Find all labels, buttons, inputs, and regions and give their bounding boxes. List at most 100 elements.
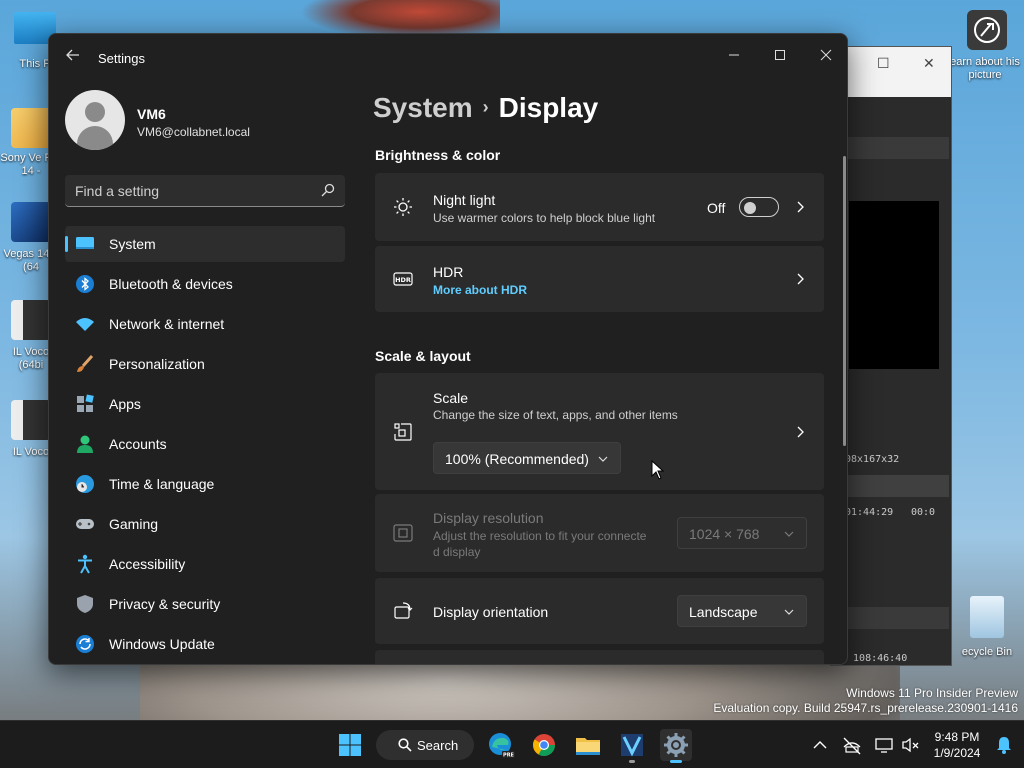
mouse-cursor-icon [651,460,665,480]
content-scrollbar[interactable] [843,156,846,446]
settings-titlebar: Settings [49,34,847,82]
scale-card[interactable]: Scale Change the size of text, apps, and… [375,373,824,490]
scale-dropdown[interactable]: 100% (Recommended) [433,442,621,474]
close-icon[interactable]: ✕ [923,55,935,72]
window-title: Settings [98,51,145,66]
sidebar-item-label: Personalization [109,356,205,372]
il-vocoder-app-icon [11,400,51,440]
breadcrumb-separator: › [482,97,489,117]
sidebar-item-personalization[interactable]: Personalization [65,346,345,382]
search-icon[interactable] [321,183,335,197]
sun-icon [394,198,412,216]
find-setting-search[interactable] [65,175,345,207]
clock-time: 9:48 PM [934,730,980,744]
sidebar-item-label: Privacy & security [109,596,221,612]
brush-icon [77,354,94,372]
system-icon [76,237,94,249]
sidebar-item-label: Accessibility [109,556,186,572]
search-input[interactable] [75,181,305,201]
folder-icon [11,108,51,148]
taskbar-file-explorer[interactable] [572,729,604,761]
sidebar-item-label: Apps [109,396,141,412]
chevron-right-icon [797,201,804,213]
orientation-icon [394,602,413,619]
gear-icon [664,733,688,757]
chevron-up-icon[interactable] [810,735,830,755]
timecode-text: 00:0 [911,507,936,518]
breadcrumb-parent[interactable]: System [373,92,473,123]
display-resolution-dropdown: 1024 × 768 [677,517,807,549]
hdr-title: HDR [433,264,464,280]
display-resolution-subtitle-cont: d display [433,545,481,559]
display-icon[interactable] [874,735,894,755]
start-button[interactable] [334,729,366,761]
maximize-button[interactable] [757,40,803,72]
network-disconnected-icon[interactable] [842,735,862,755]
avatar[interactable] [65,90,125,150]
background-app-window[interactable]: ☐ ✕ 08x167x32 01:44:29 00:0 : 108:46:40 [830,46,952,666]
sidebar-item-label: Gaming [109,516,159,532]
svg-text:PRE: PRE [503,753,515,759]
desktop-icon-learn-about-picture[interactable]: earn about his picture [950,10,1024,82]
close-button[interactable] [803,40,847,72]
sidebar-item-privacy-security[interactable]: Privacy & security [65,586,345,622]
sidebar-item-apps[interactable]: Apps [65,386,345,422]
avatar-body [77,126,113,150]
taskbar-search[interactable]: Search [376,730,474,760]
display-resolution-card: Display resolution Adjust the resolution… [375,494,824,572]
scale-subtitle: Change the size of text, apps, and other… [433,408,678,422]
il-vocoder-app-icon [11,300,51,340]
breadcrumb: System › Display [373,92,598,124]
night-light-state: Off [707,200,726,216]
display-orientation-card[interactable]: Display orientation Landscape [375,578,824,644]
chevron-down-icon [598,456,608,462]
sidebar-item-accessibility[interactable]: Accessibility [65,546,345,582]
sidebar-item-label: Bluetooth & devices [109,276,233,292]
taskbar-settings[interactable] [660,729,692,763]
sidebar-item-network-internet[interactable]: Network & internet [65,306,345,342]
taskbar-chrome[interactable] [528,729,560,761]
sidebar-item-time-language[interactable]: Time & language [65,466,345,502]
sidebar-item-bluetooth-devices[interactable]: Bluetooth & devices [65,266,345,302]
night-light-toggle[interactable] [739,197,779,217]
night-light-card[interactable]: Night light Use warmer colors to help bl… [375,173,824,241]
recycle-bin-icon [970,596,1004,638]
timecode-text: 01:44:29 [845,507,894,518]
display-orientation-dropdown[interactable]: Landscape [677,595,807,627]
notification-bell-icon[interactable] [994,735,1014,755]
maximize-icon[interactable]: ☐ [877,55,890,72]
taskbar-clock[interactable]: 9:48 PM 1/9/2024 [926,729,988,761]
apps-icon [77,394,94,412]
search-icon [398,738,412,752]
section-title-brightness: Brightness & color [375,147,501,163]
minimize-button[interactable] [711,40,757,72]
volume-muted-icon[interactable] [900,735,920,755]
next-card-partial[interactable] [375,650,824,664]
person-icon [77,435,93,453]
hdr-card[interactable]: HDR HDR More about HDR [375,246,824,312]
desktop-icon-label: ecycle Bin [961,646,1013,658]
active-indicator [670,760,682,763]
sidebar-item-gaming[interactable]: Gaming [65,506,345,542]
sidebar-item-accounts[interactable]: Accounts [65,426,345,462]
back-button[interactable] [63,48,83,68]
vegas-app-icon [621,734,643,757]
more-about-hdr-link[interactable]: More about HDR [433,283,527,297]
background-bottom-toolbar [843,607,949,629]
accessibility-icon [78,554,92,574]
windows-logo-icon [339,734,361,756]
desktop-icon-recycle-bin[interactable]: ecycle Bin [950,596,1024,659]
hdr-icon: HDR [393,272,413,286]
preview-info-text: 08x167x32 [845,454,900,465]
edge-browser-icon: PRE [489,733,515,759]
close-icon [820,49,832,61]
sidebar-item-system[interactable]: System [65,226,345,262]
chevron-right-icon [797,426,804,438]
folder-icon [576,738,600,755]
taskbar-vegas[interactable] [616,729,648,763]
wifi-icon [76,318,94,331]
sidebar-item-windows-update[interactable]: Windows Update [65,626,345,662]
taskbar-edge-preview[interactable]: PRE [484,729,516,761]
globe-clock-icon [76,475,94,493]
evaluation-watermark: Windows 11 Pro Insider Preview Evaluatio… [713,686,1018,716]
